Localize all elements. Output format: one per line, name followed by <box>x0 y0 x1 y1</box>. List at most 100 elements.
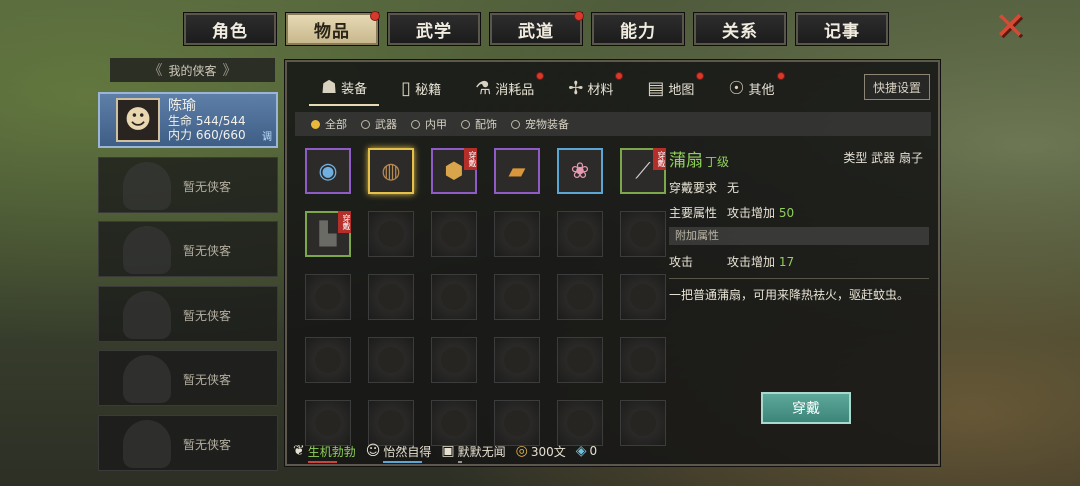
subtab-label: 消耗品 <box>495 82 535 98</box>
subtab-4[interactable]: ▤ 地图 <box>635 70 706 106</box>
empty-slot[interactable] <box>368 211 414 257</box>
radio-icon <box>511 119 520 129</box>
companion-slot-empty[interactable]: 暂无侠客 <box>98 414 278 471</box>
status-item: ▣ 默默无闻 <box>441 443 506 463</box>
tab-items[interactable]: 物品 <box>285 11 380 46</box>
robe-item-icon: ▙ <box>319 221 337 247</box>
empty-slot[interactable] <box>557 274 603 320</box>
wearing-tag: 穿戴 <box>338 211 351 233</box>
silhouette-icon <box>123 161 171 210</box>
close-icon[interactable]: ✕ <box>993 7 1027 45</box>
empty-slot[interactable] <box>494 211 540 257</box>
filter-option[interactable]: 武器 <box>361 116 397 132</box>
subtab-5[interactable]: ☉ 其他 <box>716 70 786 106</box>
empty-slot[interactable] <box>368 337 414 383</box>
silhouette-icon <box>123 226 171 274</box>
status-bar-fill <box>307 460 337 463</box>
subtab-0[interactable]: ☗ 装备 <box>309 70 380 106</box>
empty-slot[interactable] <box>431 274 477 320</box>
tab-journal[interactable]: 记事 <box>795 12 889 46</box>
empty-slot[interactable] <box>494 337 540 383</box>
empty-slot[interactable] <box>305 337 351 383</box>
prev-arrow-icon[interactable]: 《 <box>148 60 162 80</box>
extra-attr-value: 17 <box>778 255 795 269</box>
empty-slot-inner <box>378 221 404 247</box>
mp-value: 660/660 <box>195 128 246 142</box>
req-label: 穿戴要求 <box>669 181 718 195</box>
empty-slot-inner <box>315 410 341 436</box>
fan-item[interactable]: ◍ <box>368 148 414 194</box>
companion-slot-empty[interactable]: 暂无侠客 <box>98 221 278 277</box>
filter-option[interactable]: 配饰 <box>461 116 497 132</box>
mood-icon: ☺ <box>365 443 381 459</box>
companion-card-active[interactable]: ☻ 陈瑜 生命 544/544 内力 660/660 调 <box>98 92 278 148</box>
empty-slot-inner <box>441 410 467 436</box>
subtab-1[interactable]: ▯ 秘籍 <box>389 70 453 106</box>
empty-slot-inner <box>441 284 467 310</box>
extra-attr-label: 攻击 <box>669 255 694 269</box>
tab-martial-arts[interactable]: 武学 <box>387 12 481 46</box>
status-label-wrap: 生机勃勃 <box>307 443 356 463</box>
empty-slot[interactable] <box>494 274 540 320</box>
flower-item-icon: ❀ <box>570 158 590 184</box>
armor-item[interactable]: ⬢ 穿戴 <box>431 148 477 194</box>
quick-settings-button[interactable]: 快捷设置 <box>864 74 930 100</box>
empty-slot[interactable] <box>557 337 603 383</box>
hp-value: 544/544 <box>195 114 246 128</box>
coin-icon: ◎ <box>515 443 528 459</box>
tab-character[interactable]: 角色 <box>183 12 277 46</box>
item-grade: 丁级 <box>705 155 730 169</box>
robe-item[interactable]: ▙ 穿戴 <box>305 211 351 257</box>
status-label-wrap: 怡然自得 <box>383 443 432 463</box>
status-label: 怡然自得 <box>383 444 432 459</box>
notification-dot <box>370 11 380 21</box>
subtab-label: 秘籍 <box>415 82 442 98</box>
book-icon: ▯ <box>401 77 412 99</box>
item-name: 蒲扇 <box>669 151 703 171</box>
filter-label: 配饰 <box>475 118 497 131</box>
wearing-tag: 穿戴 <box>653 148 666 170</box>
subtab-2[interactable]: ⚗ 消耗品 <box>463 70 546 106</box>
sword-item-icon: ⟋ <box>635 158 651 184</box>
empty-slot[interactable] <box>368 274 414 320</box>
scroll-item-icon: ▰ <box>508 158 526 184</box>
tab-martial-way[interactable]: 武道 <box>489 11 584 46</box>
next-arrow-icon[interactable]: 》 <box>223 60 237 80</box>
filter-bar: 全部 武器 内甲 配饰 宠物装备 <box>295 112 931 136</box>
tab-label: 关系 <box>722 21 758 42</box>
tab-abilities[interactable]: 能力 <box>591 12 685 46</box>
tune-button[interactable]: 调 <box>262 128 272 143</box>
misc-icon: ☉ <box>728 77 745 99</box>
companion-slot-empty[interactable]: 暂无侠客 <box>98 156 278 213</box>
gem-display: ◈ 0 <box>576 443 597 459</box>
empty-slot-label: 暂无侠客 <box>183 373 232 387</box>
flower-item[interactable]: ❀ <box>557 148 603 194</box>
empty-slot[interactable] <box>620 274 666 320</box>
equip-button[interactable]: 穿戴 <box>761 392 851 424</box>
companion-slot-empty[interactable]: 暂无侠客 <box>98 350 278 406</box>
fan-item-icon: ◍ <box>381 158 401 184</box>
filter-option[interactable]: 宠物装备 <box>511 116 569 132</box>
notification-dot <box>696 72 705 80</box>
scroll-item[interactable]: ▰ <box>494 148 540 194</box>
gem-icon: ◈ <box>575 443 587 459</box>
map-icon: ▤ <box>647 77 665 99</box>
tab-relations[interactable]: 关系 <box>693 12 787 46</box>
filter-option[interactable]: 内甲 <box>411 116 447 132</box>
empty-slot[interactable] <box>431 211 477 257</box>
jade-item[interactable]: ◉ <box>305 148 351 194</box>
sword-item[interactable]: ⟋ 穿戴 <box>620 148 666 194</box>
status-label: 生机勃勃 <box>307 444 356 459</box>
empty-slot-inner <box>441 347 467 373</box>
empty-slot[interactable] <box>305 274 351 320</box>
empty-slot[interactable] <box>431 337 477 383</box>
subtab-3[interactable]: ✢ 材料 <box>556 70 625 106</box>
companion-slot-empty[interactable]: 暂无侠客 <box>98 285 278 342</box>
status-bar: ❦ 生机勃勃 ☺ 怡然自得 ▣ 默默无闻 ◎ 300文 ◈ 0 <box>287 438 938 464</box>
extra-attr-row: 攻击 攻击增加 17 <box>669 253 929 270</box>
filter-option[interactable]: 全部 <box>311 116 347 132</box>
empty-slot[interactable] <box>620 211 666 257</box>
empty-slot[interactable] <box>620 337 666 383</box>
empty-slot[interactable] <box>557 211 603 257</box>
filter-label: 宠物装备 <box>525 118 569 131</box>
